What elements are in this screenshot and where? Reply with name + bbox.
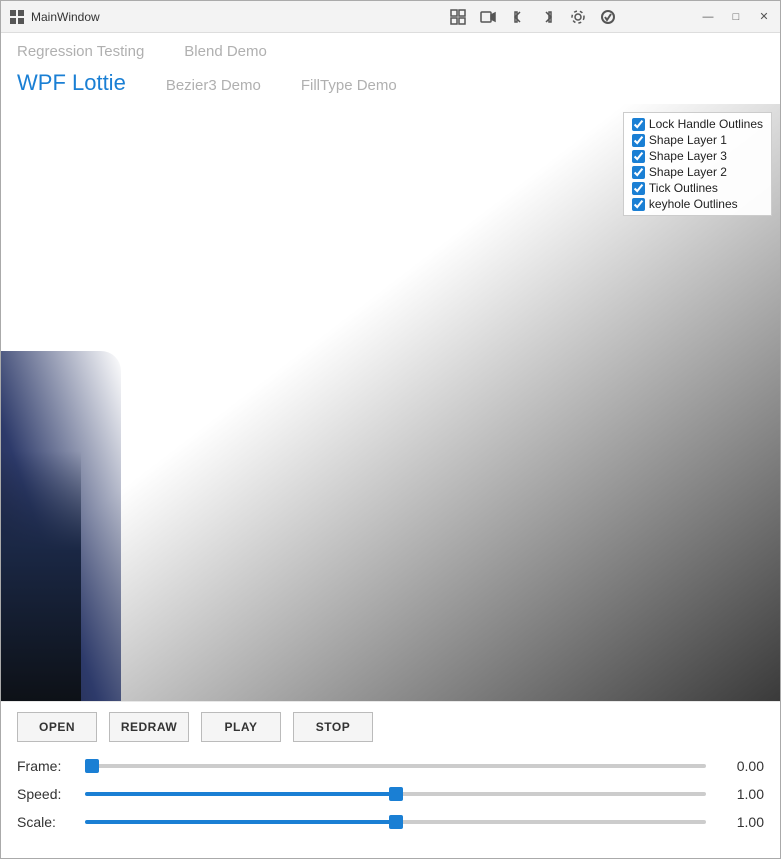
- back-icon-btn[interactable]: [506, 5, 530, 29]
- frame-label: Frame:: [17, 758, 77, 774]
- frame-value: 0.00: [714, 758, 764, 774]
- checkbox-lock-handle-label[interactable]: Lock Handle Outlines: [649, 117, 763, 131]
- open-button[interactable]: OPEN: [17, 712, 97, 742]
- bottom-controls: OPEN REDRAW PLAY STOP Frame: 0.00 Speed:…: [1, 701, 780, 858]
- checkbox-keyhole-outlines[interactable]: [632, 198, 645, 211]
- speed-slider[interactable]: [85, 792, 706, 796]
- window-title: MainWindow: [31, 10, 366, 24]
- title-bar: MainWindow: [1, 1, 780, 33]
- speed-value: 1.00: [714, 786, 764, 802]
- checkbox-row-tick-outlines: Tick Outlines: [632, 181, 763, 195]
- checkbox-row-keyhole-outlines: keyhole Outlines: [632, 197, 763, 211]
- checkbox-row-lock-handle: Lock Handle Outlines: [632, 117, 763, 131]
- action-buttons: OPEN REDRAW PLAY STOP: [17, 712, 764, 742]
- settings-icon-btn[interactable]: [566, 5, 590, 29]
- stop-button[interactable]: STOP: [293, 712, 373, 742]
- forward-icon-btn[interactable]: [536, 5, 560, 29]
- nav-filltype-demo[interactable]: FillType Demo: [301, 77, 397, 94]
- frame-slider[interactable]: [85, 764, 706, 768]
- checkbox-shape-layer3-label[interactable]: Shape Layer 3: [649, 149, 727, 163]
- maximize-button[interactable]: □: [728, 9, 744, 25]
- checkbox-panel: Lock Handle Outlines Shape Layer 1 Shape…: [623, 112, 772, 216]
- nav-bezier3-demo[interactable]: Bezier3 Demo: [166, 77, 261, 94]
- checkbox-row-shape-layer2: Shape Layer 2: [632, 165, 763, 179]
- scale-slider-row: Scale: 1.00: [17, 814, 764, 830]
- check-icon-btn[interactable]: [596, 5, 620, 29]
- checkbox-tick-outlines-label[interactable]: Tick Outlines: [649, 181, 718, 195]
- scale-slider[interactable]: [85, 820, 706, 824]
- close-button[interactable]: ✕: [756, 9, 772, 25]
- scale-label: Scale:: [17, 814, 77, 830]
- content-area: Lock Handle Outlines Shape Layer 1 Shape…: [1, 104, 780, 701]
- checkbox-shape-layer3[interactable]: [632, 150, 645, 163]
- checkbox-shape-layer2-label[interactable]: Shape Layer 2: [649, 165, 727, 179]
- nav-blend-demo[interactable]: Blend Demo: [184, 43, 267, 60]
- checkbox-row-shape-layer1: Shape Layer 1: [632, 133, 763, 147]
- checkbox-shape-layer1[interactable]: [632, 134, 645, 147]
- speed-slider-row: Speed: 1.00: [17, 786, 764, 802]
- nav-wpf-lottie[interactable]: WPF Lottie: [17, 70, 126, 96]
- animation-bg-dark: [1, 451, 81, 701]
- window-icon: [9, 9, 25, 25]
- checkbox-shape-layer1-label[interactable]: Shape Layer 1: [649, 133, 727, 147]
- grid-icon-btn[interactable]: [446, 5, 470, 29]
- toolbar: [366, 5, 701, 29]
- checkbox-keyhole-outlines-label[interactable]: keyhole Outlines: [649, 197, 738, 211]
- nav-row1: Regression Testing Blend Demo: [1, 33, 780, 68]
- window-controls: — □ ✕: [700, 9, 772, 25]
- speed-label: Speed:: [17, 786, 77, 802]
- play-button[interactable]: PLAY: [201, 712, 281, 742]
- checkbox-shape-layer2[interactable]: [632, 166, 645, 179]
- checkbox-lock-handle[interactable]: [632, 118, 645, 131]
- nav-row2: WPF Lottie Bezier3 Demo FillType Demo: [1, 68, 780, 104]
- minimize-button[interactable]: —: [700, 9, 716, 25]
- checkbox-tick-outlines[interactable]: [632, 182, 645, 195]
- main-window: MainWindow: [0, 0, 781, 859]
- scale-value: 1.00: [714, 814, 764, 830]
- redraw-button[interactable]: REDRAW: [109, 712, 189, 742]
- video-icon-btn[interactable]: [476, 5, 500, 29]
- nav-regression-testing[interactable]: Regression Testing: [17, 43, 144, 60]
- frame-slider-row: Frame: 0.00: [17, 758, 764, 774]
- checkbox-row-shape-layer3: Shape Layer 3: [632, 149, 763, 163]
